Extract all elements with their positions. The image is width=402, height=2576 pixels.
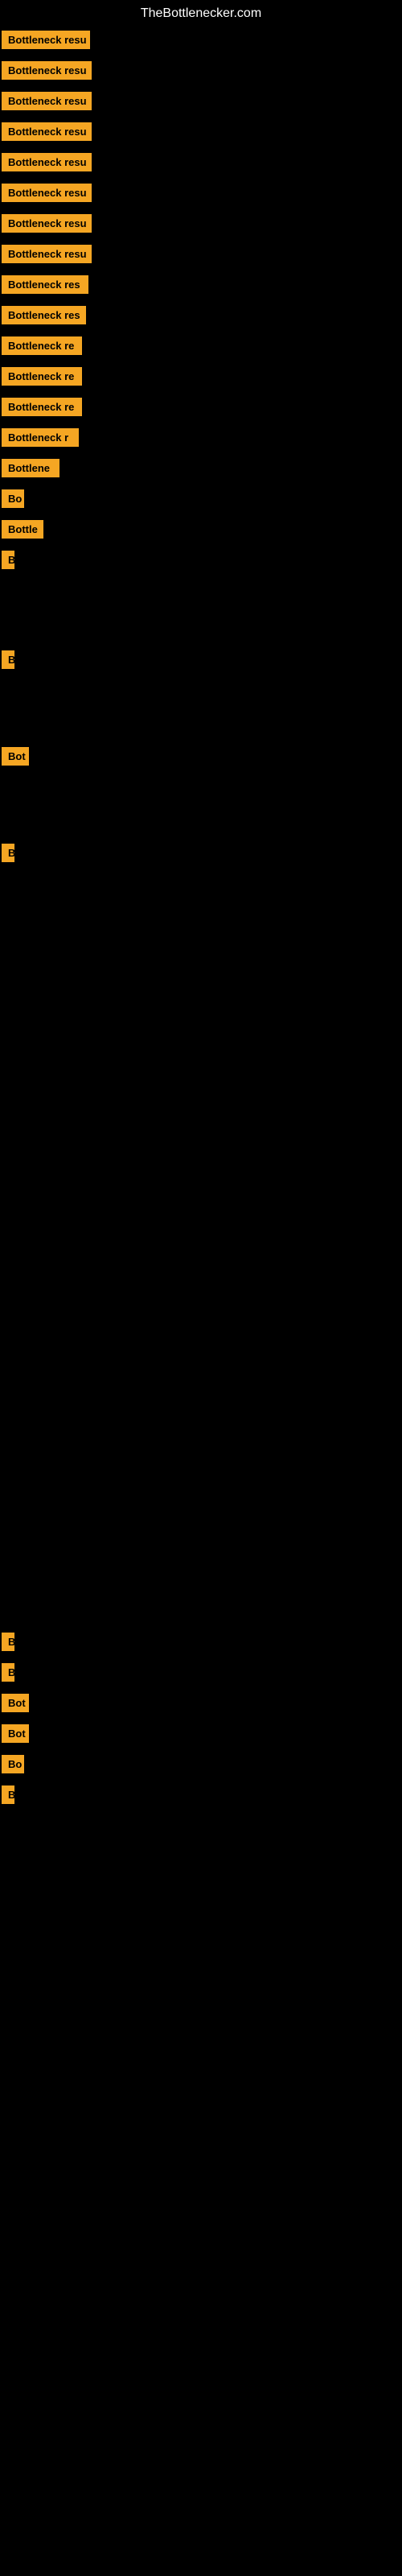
bottleneck-button-8[interactable]: Bottleneck res	[2, 275, 88, 294]
button-row-10: Bottleneck re	[0, 330, 82, 361]
bottleneck-button-19[interactable]: B	[2, 650, 14, 669]
button-row-11: Bottleneck re	[0, 361, 82, 392]
button-row-5: Bottleneck resu	[0, 177, 92, 208]
button-row-1: Bottleneck resu	[0, 55, 92, 86]
bottleneck-button-2[interactable]: Bottleneck resu	[2, 92, 92, 110]
button-row-29: Bo	[0, 1748, 24, 1780]
bottleneck-button-27[interactable]: Bot	[2, 1694, 29, 1712]
button-row-21: Bot	[0, 741, 29, 772]
bottleneck-button-25[interactable]: B	[2, 1633, 14, 1651]
bottleneck-button-26[interactable]: B	[2, 1663, 14, 1682]
bottleneck-button-7[interactable]: Bottleneck resu	[2, 245, 92, 263]
button-row-12: Bottleneck re	[0, 391, 82, 423]
bottleneck-button-6[interactable]: Bottleneck resu	[2, 214, 92, 233]
button-row-2: Bottleneck resu	[0, 85, 92, 117]
button-row-4: Bottleneck resu	[0, 147, 92, 178]
button-row-9: Bottleneck res	[0, 299, 86, 331]
bottleneck-button-17[interactable]: B	[2, 551, 14, 569]
button-row-23: B	[0, 837, 14, 869]
button-row-6: Bottleneck resu	[0, 208, 92, 239]
bottleneck-button-5[interactable]: Bottleneck resu	[2, 184, 92, 202]
button-row-0: Bottleneck resu	[0, 24, 90, 56]
bottleneck-button-23[interactable]: B	[2, 844, 14, 862]
button-row-30: B	[0, 1779, 14, 1810]
bottleneck-button-10[interactable]: Bottleneck re	[2, 336, 82, 355]
bottleneck-button-0[interactable]: Bottleneck resu	[2, 31, 90, 49]
bottleneck-button-4[interactable]: Bottleneck resu	[2, 153, 92, 171]
button-row-15: Bo	[0, 483, 24, 514]
bottleneck-button-21[interactable]: Bot	[2, 747, 29, 766]
button-row-25: B	[0, 1626, 14, 1657]
bottleneck-button-11[interactable]: Bottleneck re	[2, 367, 82, 386]
bottleneck-button-1[interactable]: Bottleneck resu	[2, 61, 92, 80]
bottleneck-button-29[interactable]: Bo	[2, 1755, 24, 1773]
site-title: TheBottlenecker.com	[0, 0, 402, 27]
bottleneck-button-14[interactable]: Bottlene	[2, 459, 59, 477]
button-row-17: B	[0, 544, 14, 576]
bottleneck-button-12[interactable]: Bottleneck re	[2, 398, 82, 416]
button-row-19: B	[0, 644, 14, 675]
button-row-13: Bottleneck r	[0, 422, 79, 453]
bottleneck-button-9[interactable]: Bottleneck res	[2, 306, 86, 324]
bottleneck-button-13[interactable]: Bottleneck r	[2, 428, 79, 447]
bottleneck-button-15[interactable]: Bo	[2, 489, 24, 508]
bottleneck-button-28[interactable]: Bot	[2, 1724, 29, 1743]
bottleneck-button-30[interactable]: B	[2, 1785, 14, 1804]
button-row-7: Bottleneck resu	[0, 238, 92, 270]
button-row-3: Bottleneck resu	[0, 116, 92, 147]
bottleneck-button-16[interactable]: Bottle	[2, 520, 43, 539]
bottleneck-button-3[interactable]: Bottleneck resu	[2, 122, 92, 141]
button-row-26: B	[0, 1657, 14, 1688]
button-row-14: Bottlene	[0, 452, 59, 484]
button-row-16: Bottle	[0, 514, 43, 545]
button-row-8: Bottleneck res	[0, 269, 88, 300]
button-row-28: Bot	[0, 1718, 29, 1749]
button-row-27: Bot	[0, 1687, 29, 1719]
